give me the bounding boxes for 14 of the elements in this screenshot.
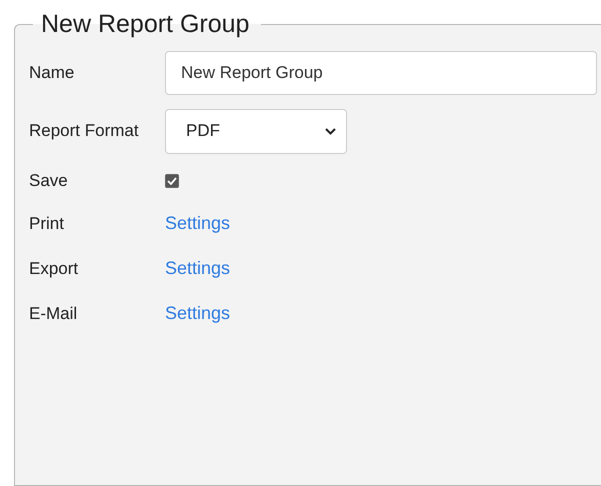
settings-link[interactable]: Settings	[165, 213, 230, 234]
field-label: E-Mail	[29, 304, 78, 324]
field-label: Export	[29, 258, 80, 278]
settings-link[interactable]: Settings	[165, 258, 230, 279]
chevron-down-icon	[325, 128, 336, 134]
field-label: Name	[29, 63, 76, 83]
format-select[interactable]: PDF	[165, 108, 347, 154]
name-field[interactable]: New Report Group	[165, 51, 597, 95]
field-label: Report Format	[29, 121, 140, 141]
field-label: Save	[29, 171, 69, 191]
save-checkbox[interactable]	[165, 174, 179, 188]
settings-link[interactable]: Settings	[165, 303, 230, 324]
group-title: New Report Group	[40, 11, 250, 39]
field-label: Print	[29, 214, 65, 234]
